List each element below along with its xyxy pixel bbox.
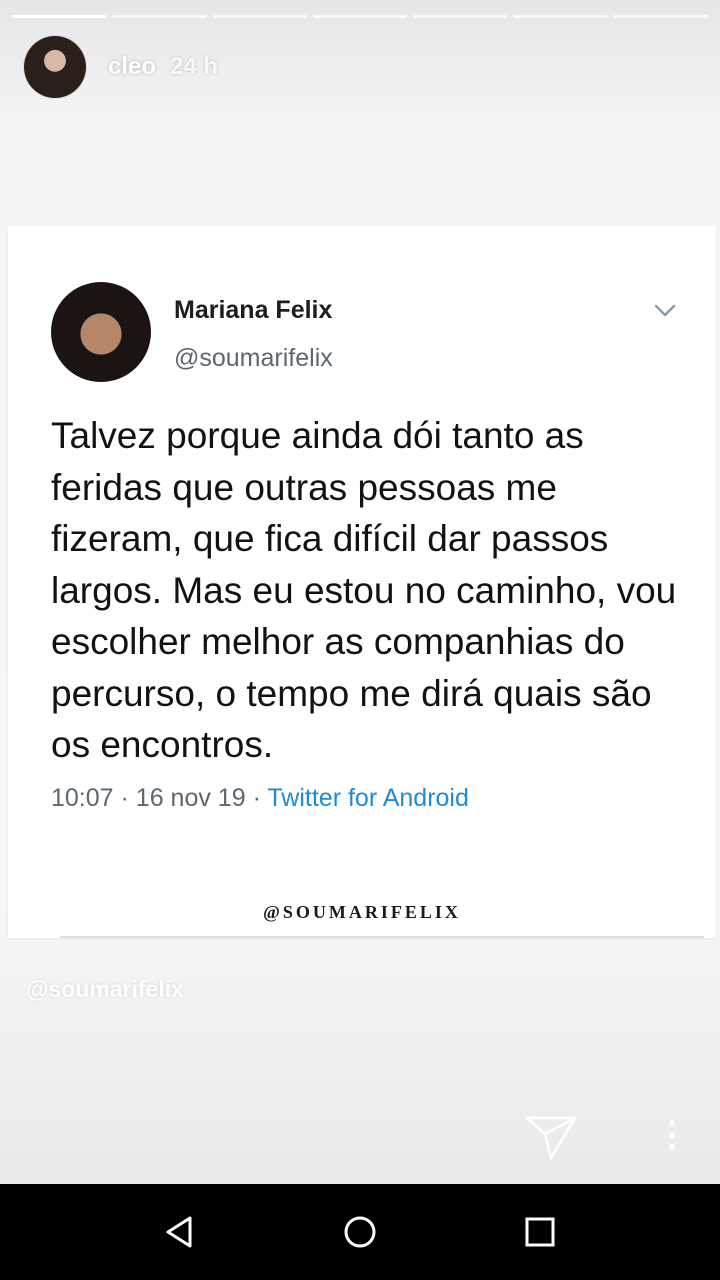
tweet-author-avatar <box>51 282 151 382</box>
story-username[interactable]: cleo <box>108 53 156 81</box>
card-divider <box>60 936 704 938</box>
progress-segment <box>312 15 408 18</box>
back-triangle-icon[interactable] <box>156 1208 204 1256</box>
tweet-date: 16 nov 19 <box>135 784 246 812</box>
recents-square-icon[interactable] <box>516 1208 564 1256</box>
tweet-meta: 10:07 · 16 nov 19 · Twitter for Android <box>51 784 469 813</box>
tweet-text: Talvez porque ainda dói tanto as feridas… <box>51 415 677 765</box>
story-time-ago: 24 h <box>170 53 219 80</box>
tweet-author-name: Mariana Felix <box>174 296 333 324</box>
progress-segment <box>112 15 207 18</box>
tweet-author-handle: @soumarifelix <box>174 344 333 372</box>
progress-segment <box>212 15 307 18</box>
meta-separator: · <box>252 784 261 812</box>
tweet-source: Twitter for Android <box>267 784 469 812</box>
android-nav-bar <box>0 1184 720 1280</box>
story-author-avatar[interactable] <box>24 36 86 98</box>
tweet-watermark: @SOUMARIFELIX <box>263 902 461 922</box>
home-circle-icon[interactable] <box>336 1208 384 1256</box>
more-vertical-icon[interactable] <box>666 1120 678 1156</box>
chevron-down-icon <box>654 304 676 317</box>
progress-segment <box>12 15 107 18</box>
story-progress-bar <box>12 15 708 18</box>
meta-separator: · <box>120 784 129 812</box>
progress-segment <box>513 15 608 18</box>
paper-plane-icon[interactable] <box>523 1108 579 1164</box>
tweet-card: Mariana Felix @soumarifelix Talvez porqu… <box>8 226 716 938</box>
tweet-time: 10:07 <box>51 784 114 812</box>
story-viewer[interactable]: cleo 24 h Mariana Felix @soumarifelix Ta… <box>0 0 720 1184</box>
story-mention-tag[interactable]: @soumarifelix <box>26 976 184 1003</box>
progress-segment <box>613 15 708 18</box>
progress-segment <box>413 15 508 18</box>
story-header: cleo 24 h <box>24 36 218 98</box>
